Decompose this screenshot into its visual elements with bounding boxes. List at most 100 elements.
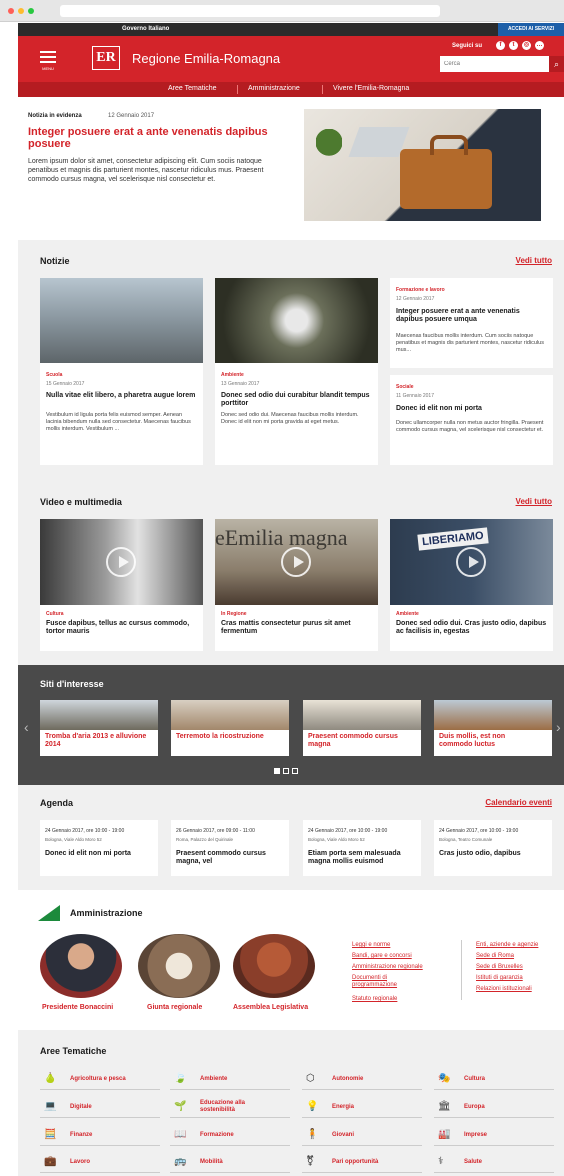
brand-name[interactable]: Regione Emilia-Romagna	[132, 51, 280, 66]
theme-item[interactable]: 💡 Energia	[302, 1098, 422, 1118]
play-icon[interactable]	[106, 547, 136, 577]
link-documenti[interactable]: Documenti di programmazione	[352, 975, 422, 989]
more-icon[interactable]: …	[535, 41, 544, 50]
menu-button[interactable]: MENU	[40, 51, 56, 71]
instagram-icon[interactable]: ◎	[522, 41, 531, 50]
site-card[interactable]: Tromba d'aria 2013 e alluvione 2014	[40, 700, 158, 756]
event-title[interactable]: Etiam porta sem malesuada magna mollis e…	[308, 850, 416, 866]
president-link[interactable]: Presidente Bonaccini	[42, 1004, 113, 1011]
theme-item[interactable]: 🧍 Giovani	[302, 1126, 422, 1146]
close-dot-icon[interactable]	[8, 8, 14, 14]
news-card[interactable]: Formazione e lavoro 12 Gennaio 2017 Inte…	[390, 278, 553, 368]
link-leggi[interactable]: Leggi e norme	[352, 942, 390, 949]
facebook-icon[interactable]: f	[496, 41, 505, 50]
theme-label[interactable]: Agricoltura e pesca	[70, 1076, 126, 1082]
video-title[interactable]: Donec sed odio dui. Cras justo odio, dap…	[396, 620, 548, 636]
chevron-right-icon[interactable]: ›	[556, 719, 561, 735]
access-services-button[interactable]: ACCEDI AI SERVIZI	[498, 23, 564, 36]
gov-title[interactable]: Governo Italiano	[122, 26, 169, 32]
theme-item[interactable]: 🧮 Finanze	[40, 1126, 160, 1146]
maximize-dot-icon[interactable]	[28, 8, 34, 14]
site-card[interactable]: Terremoto la ricostruzione	[171, 700, 289, 756]
theme-label[interactable]: Formazione	[200, 1132, 234, 1138]
carousel-dot-active[interactable]	[274, 768, 280, 774]
event-title[interactable]: Donec id elit non mi porta	[45, 850, 153, 858]
video-card[interactable]: eEmilia magna In Regione Cras mattis con…	[215, 519, 378, 651]
play-icon[interactable]	[281, 547, 311, 577]
link-amm-regionale[interactable]: Amministrazione regionale	[352, 964, 423, 971]
theme-label[interactable]: Energia	[332, 1104, 354, 1110]
minimize-dot-icon[interactable]	[18, 8, 24, 14]
theme-label[interactable]: Finanze	[70, 1132, 92, 1138]
video-title[interactable]: Fusce dapibus, tellus ac cursus commodo,…	[46, 620, 198, 636]
featured-title[interactable]: Integer posuere erat a ante venenatis da…	[28, 126, 278, 150]
play-icon[interactable]	[456, 547, 486, 577]
assemblea-link[interactable]: Assemblea Legislativa	[233, 1004, 308, 1011]
theme-label[interactable]: Pari opportunità	[332, 1159, 378, 1165]
theme-label[interactable]: Ambiente	[200, 1076, 227, 1082]
event-card[interactable]: 26 Gennaio 2017, ore 09:00 - 11:00 Roma,…	[171, 820, 289, 876]
news-more-link[interactable]: Vedi tutto	[516, 256, 552, 265]
nav-item-aree[interactable]: Aree Tematiche	[168, 85, 217, 92]
news-title[interactable]: Donec sed odio dui curabitur blandit tem…	[221, 392, 371, 408]
theme-item[interactable]: 🏛 Europa	[434, 1098, 554, 1118]
nav-item-amministrazione[interactable]: Amministrazione	[248, 85, 300, 92]
news-title[interactable]: Integer posuere erat a ante venenatis da…	[396, 308, 546, 324]
theme-label[interactable]: Giovani	[332, 1132, 354, 1138]
theme-label[interactable]: Cultura	[464, 1076, 485, 1082]
link-relazioni[interactable]: Relazioni istituzionali	[476, 986, 532, 993]
theme-item[interactable]: 📖 Formazione	[170, 1126, 290, 1146]
site-card[interactable]: Praesent commodo cursus magna	[303, 700, 421, 756]
site-title[interactable]: Duis mollis, est non commodo luctus	[439, 733, 539, 749]
theme-item[interactable]: 💼 Lavoro	[40, 1153, 160, 1173]
theme-item[interactable]: ⚕ Salute	[434, 1153, 554, 1173]
carousel-dot[interactable]	[283, 768, 289, 774]
search-button[interactable]: ⌕	[549, 56, 564, 72]
news-title[interactable]: Nulla vitae elit libero, a pharetra augu…	[46, 392, 196, 400]
theme-item[interactable]: 💻 Digitale	[40, 1098, 160, 1118]
er-logo[interactable]: ER	[92, 46, 120, 70]
theme-label[interactable]: Imprese	[464, 1132, 487, 1138]
video-card[interactable]: Cultura Fusce dapibus, tellus ac cursus …	[40, 519, 203, 651]
theme-label[interactable]: Salute	[464, 1159, 482, 1165]
theme-item[interactable]: 🍐 Agricoltura e pesca	[40, 1070, 160, 1090]
link-garanzia[interactable]: Istituti di garanzia	[476, 975, 523, 982]
theme-item[interactable]: 🌱 Educazione alla sostenibilità	[170, 1098, 290, 1118]
search-input[interactable]	[440, 56, 549, 72]
theme-label[interactable]: Autonomie	[332, 1076, 363, 1082]
giunta-link[interactable]: Giunta regionale	[147, 1004, 202, 1011]
link-statuto[interactable]: Statuto regionale	[352, 996, 397, 1003]
twitter-icon[interactable]: t	[509, 41, 518, 50]
theme-label[interactable]: Mobilità	[200, 1159, 223, 1165]
theme-item[interactable]: ⚧ Pari opportunità	[302, 1153, 422, 1173]
video-more-link[interactable]: Vedi tutto	[516, 497, 552, 506]
news-title[interactable]: Donec id elit non mi porta	[396, 405, 546, 413]
link-bruxelles[interactable]: Sede di Bruxelles	[476, 964, 523, 971]
link-bandi[interactable]: Bandi, gare e concorsi	[352, 953, 412, 960]
agenda-more-link[interactable]: Calendario eventi	[485, 798, 552, 807]
nav-item-vivere[interactable]: Vivere l'Emilia-Romagna	[333, 85, 409, 92]
giunta-photo[interactable]	[138, 934, 220, 998]
news-card[interactable]: Ambiente 13 Gennaio 2017 Donec sed odio …	[215, 278, 378, 465]
theme-label[interactable]: Lavoro	[70, 1159, 90, 1165]
theme-label[interactable]: Digitale	[70, 1104, 92, 1110]
link-roma[interactable]: Sede di Roma	[476, 953, 514, 960]
video-card[interactable]: LIBERIAMO Ambiente Donec sed odio dui. C…	[390, 519, 553, 651]
event-title[interactable]: Cras justo odio, dapibus	[439, 850, 547, 858]
president-photo[interactable]	[40, 934, 122, 998]
chevron-left-icon[interactable]: ‹	[24, 719, 29, 735]
site-title[interactable]: Tromba d'aria 2013 e alluvione 2014	[45, 733, 153, 749]
assemblea-photo[interactable]	[233, 934, 315, 998]
site-card[interactable]: Duis mollis, est non commodo luctus	[434, 700, 552, 756]
event-card[interactable]: 24 Gennaio 2017, ore 10:00 - 19:00 Bolog…	[434, 820, 552, 876]
link-enti[interactable]: Enti, aziende e agenzie	[476, 942, 538, 949]
theme-item[interactable]: 🍃 Ambiente	[170, 1070, 290, 1090]
theme-label[interactable]: Educazione alla sostenibilità	[200, 1100, 280, 1114]
featured-image[interactable]	[304, 109, 541, 221]
site-title[interactable]: Praesent commodo cursus magna	[308, 733, 398, 749]
event-card[interactable]: 24 Gennaio 2017, ore 10:00 - 19:00 Bolog…	[303, 820, 421, 876]
event-card[interactable]: 24 Gennaio 2017, ore 10:00 - 19:00 Bolog…	[40, 820, 158, 876]
event-title[interactable]: Praesent commodo cursus magna, vel	[176, 850, 284, 866]
carousel-dot[interactable]	[292, 768, 298, 774]
video-title[interactable]: Cras mattis consectetur purus sit amet f…	[221, 620, 373, 636]
